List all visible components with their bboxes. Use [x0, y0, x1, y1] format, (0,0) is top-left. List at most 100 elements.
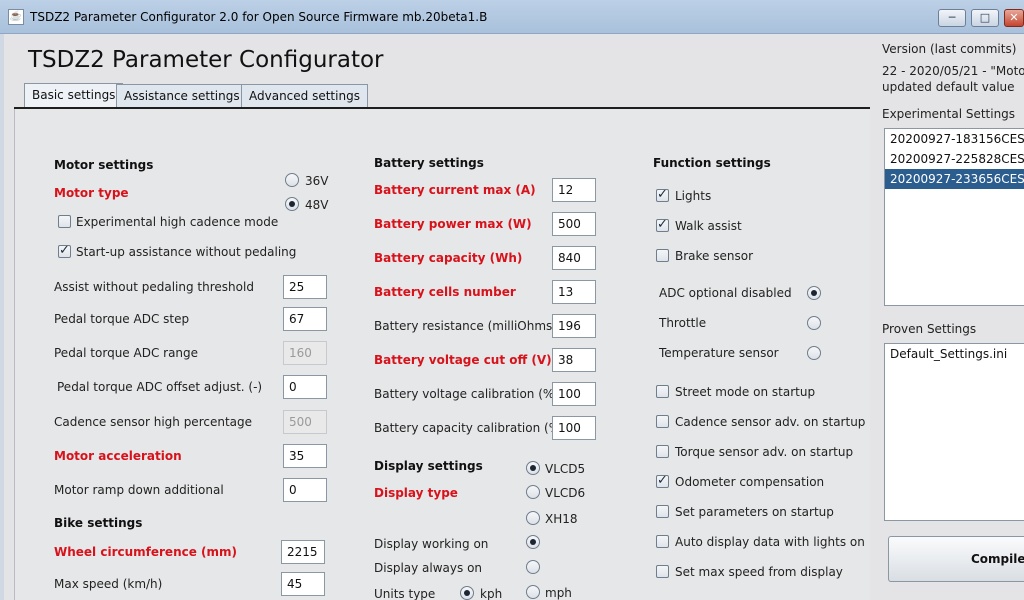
function-settings-heading: Function settings — [653, 156, 771, 170]
throttle-label: Throttle — [659, 316, 707, 330]
torque-adv-checkbox[interactable] — [656, 445, 669, 458]
battery-cutoff-field[interactable]: 38 — [552, 348, 596, 372]
display-settings-heading: Display settings — [374, 459, 483, 473]
battery-vcal-label: Battery voltage calibration (%) — [374, 387, 559, 401]
title-bar: ☕ TSDZ2 Parameter Configurator 2.0 for O… — [0, 0, 1024, 34]
basic-settings-pane: Motor settings Motor type 36V 48V Experi… — [14, 109, 870, 600]
motor-48v-label: 48V — [305, 198, 329, 212]
motor-36v-label: 36V — [305, 174, 329, 188]
tab-basic-settings[interactable]: Basic settings — [24, 83, 124, 108]
battery-cells-field[interactable]: 13 — [552, 280, 596, 304]
startup-assist-label: Start-up assistance without pedaling — [76, 245, 297, 259]
display-xh18-radio[interactable] — [526, 511, 540, 525]
list-item[interactable]: Default_Settings.ini — [885, 344, 1024, 364]
wheel-field[interactable]: 2215 — [281, 540, 325, 564]
torque-step-label: Pedal torque ADC step — [54, 312, 190, 326]
battery-power-label: Battery power max (W) — [374, 217, 532, 231]
street-mode-label: Street mode on startup — [675, 385, 816, 399]
display-xh18-label: XH18 — [545, 512, 578, 526]
side-panel: Version (last commits) 22 - 2020/05/21 -… — [872, 34, 1024, 600]
high-cadence-checkbox[interactable] — [58, 215, 71, 228]
cadence-high-label: Cadence sensor high percentage — [54, 415, 253, 429]
torque-offset-field[interactable]: 0 — [283, 375, 327, 399]
java-app-icon: ☕ — [8, 9, 24, 25]
assist-threshold-label: Assist without pedaling threshold — [54, 280, 254, 294]
walk-assist-checkbox[interactable] — [656, 217, 669, 232]
cadence-high-field: 500 — [283, 410, 327, 434]
adc-disabled-radio[interactable] — [807, 286, 821, 300]
tab-assistance-settings[interactable]: Assistance settings — [116, 84, 248, 107]
odometer-label: Odometer compensation — [675, 475, 825, 489]
version-line-1: 22 - 2020/05/21 - "Motor ra — [882, 64, 1024, 78]
wheel-label: Wheel circumference (mm) — [54, 545, 238, 559]
battery-power-field[interactable]: 500 — [552, 212, 596, 236]
temp-sensor-radio[interactable] — [807, 346, 821, 360]
battery-vcal-field[interactable]: 100 — [552, 382, 596, 406]
startup-assist-checkbox[interactable] — [58, 243, 71, 258]
units-mph-radio[interactable] — [526, 585, 540, 599]
adc-disabled-label: ADC optional disabled — [659, 286, 792, 300]
brake-sensor-label: Brake sensor — [675, 249, 754, 263]
battery-capacity-field[interactable]: 840 — [552, 246, 596, 270]
rampdown-field[interactable]: 0 — [283, 478, 327, 502]
motor-type-label: Motor type — [54, 186, 129, 200]
lights-label: Lights — [675, 189, 712, 203]
auto-display-checkbox[interactable] — [656, 535, 669, 548]
torque-adv-label: Torque sensor adv. on startup — [675, 445, 854, 459]
set-max-speed-label: Set max speed from display — [675, 565, 843, 579]
cadence-adv-label: Cadence sensor adv. on startup — [675, 415, 866, 429]
units-kph-radio[interactable] — [460, 586, 474, 600]
cadence-adv-checkbox[interactable] — [656, 415, 669, 428]
display-always-label: Display always on — [374, 561, 483, 575]
brake-sensor-checkbox[interactable] — [656, 249, 669, 262]
minimize-icon: ─ — [948, 11, 956, 24]
throttle-radio[interactable] — [807, 316, 821, 330]
temp-sensor-label: Temperature sensor — [659, 346, 779, 360]
experimental-settings-list[interactable]: 20200927-183156CEST 20200927-225828CEST … — [884, 128, 1024, 306]
motor-settings-heading: Motor settings — [54, 158, 154, 172]
maxspeed-label: Max speed (km/h) — [54, 577, 163, 591]
units-kph-label: kph — [480, 587, 503, 600]
assist-threshold-field[interactable]: 25 — [283, 275, 327, 299]
acceleration-label: Motor acceleration — [54, 449, 182, 463]
display-vlcd6-label: VLCD6 — [545, 486, 586, 500]
display-working-radio[interactable] — [526, 535, 540, 549]
battery-current-label: Battery current max (A) — [374, 183, 536, 197]
torque-step-field[interactable]: 67 — [283, 307, 327, 331]
rampdown-label: Motor ramp down additional — [54, 483, 224, 497]
battery-ccal-label: Battery capacity calibration (%) — [374, 421, 565, 435]
units-mph-label: mph — [545, 586, 572, 600]
maximize-button[interactable]: □ — [971, 9, 999, 27]
display-vlcd5-radio[interactable] — [526, 461, 540, 475]
display-type-label: Display type — [374, 486, 458, 500]
battery-current-field[interactable]: 12 — [552, 178, 596, 202]
set-max-speed-checkbox[interactable] — [656, 565, 669, 578]
street-mode-checkbox[interactable] — [656, 385, 669, 398]
tab-advanced-settings[interactable]: Advanced settings — [241, 84, 368, 107]
high-cadence-label: Experimental high cadence mode — [76, 215, 279, 229]
proven-settings-list[interactable]: Default_Settings.ini — [884, 343, 1024, 521]
list-item[interactable]: 20200927-183156CEST — [885, 129, 1024, 149]
display-always-radio[interactable] — [526, 560, 540, 574]
acceleration-field[interactable]: 35 — [283, 444, 327, 468]
odometer-checkbox[interactable] — [656, 473, 669, 488]
motor-48v-radio[interactable] — [285, 197, 299, 211]
battery-resistance-field[interactable]: 196 — [552, 314, 596, 338]
motor-36v-radio[interactable] — [285, 173, 299, 187]
close-button[interactable]: ✕ — [1004, 9, 1024, 27]
battery-ccal-field[interactable]: 100 — [552, 416, 596, 440]
minimize-button[interactable]: ─ — [938, 9, 966, 27]
display-vlcd6-radio[interactable] — [526, 485, 540, 499]
list-item[interactable]: 20200927-225828CEST — [885, 149, 1024, 169]
walk-assist-label: Walk assist — [675, 219, 742, 233]
auto-display-label: Auto display data with lights on — [675, 535, 865, 549]
window-content: TSDZ2 Parameter Configurator Basic setti… — [4, 34, 1024, 600]
lights-checkbox[interactable] — [656, 187, 669, 202]
set-params-checkbox[interactable] — [656, 505, 669, 518]
window-title: TSDZ2 Parameter Configurator 2.0 for Ope… — [30, 10, 488, 24]
maxspeed-field[interactable]: 45 — [281, 572, 325, 596]
compile-button[interactable]: Compile & — [888, 536, 1024, 582]
display-vlcd5-label: VLCD5 — [545, 462, 586, 476]
torque-offset-label: Pedal torque ADC offset adjust. (-) — [57, 380, 263, 394]
list-item[interactable]: 20200927-233656CEST — [885, 169, 1024, 189]
